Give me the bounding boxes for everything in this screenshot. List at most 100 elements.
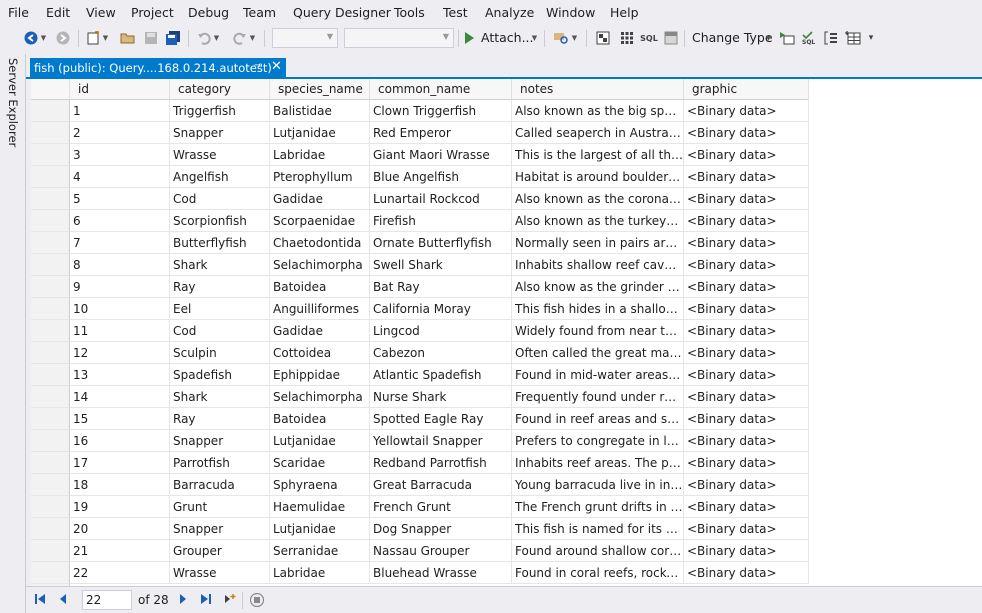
cell-common-name[interactable]: Lunartail Rockcod: [370, 188, 512, 210]
previous-record-icon[interactable]: [58, 593, 68, 608]
row-header[interactable]: [31, 562, 70, 584]
stop-icon[interactable]: [249, 592, 265, 610]
cell-common-name[interactable]: Spotted Eagle Ray: [370, 408, 512, 430]
cell-common-name[interactable]: California Moray: [370, 298, 512, 320]
row-header[interactable]: [31, 474, 70, 496]
row-header-corner[interactable]: [31, 79, 70, 100]
cell-common-name[interactable]: Red Emperor: [370, 122, 512, 144]
cell-common-name[interactable]: Bat Ray: [370, 276, 512, 298]
cell-graphic[interactable]: <Binary data>: [684, 254, 809, 276]
column-header-category[interactable]: category: [170, 79, 270, 100]
cell-common-name[interactable]: French Grunt: [370, 496, 512, 518]
row-header[interactable]: [31, 496, 70, 518]
cell-graphic[interactable]: <Binary data>: [684, 452, 809, 474]
cell-notes[interactable]: This fish hides in a shallow-w...: [512, 298, 684, 320]
cell-graphic[interactable]: <Binary data>: [684, 276, 809, 298]
cell-category[interactable]: Snapper: [170, 518, 270, 540]
pin-icon[interactable]: ⊸: [254, 60, 262, 71]
cell-notes[interactable]: Often called the great marble...: [512, 342, 684, 364]
cell-common-name[interactable]: Nassau Grouper: [370, 540, 512, 562]
close-icon[interactable]: ✕: [271, 59, 282, 74]
cell-category[interactable]: Ray: [170, 408, 270, 430]
cell-category[interactable]: Ray: [170, 276, 270, 298]
platform-dropdown[interactable]: ▼: [344, 28, 454, 48]
sql-pane-button[interactable]: SQL: [640, 29, 658, 47]
cell-category[interactable]: Barracuda: [170, 474, 270, 496]
cell-id[interactable]: 22: [70, 562, 170, 584]
results-grid[interactable]: id category species_name common_name notes gr…: [31, 79, 982, 586]
cell-category[interactable]: Angelfish: [170, 166, 270, 188]
cell-notes[interactable]: Widely found from near the s...: [512, 320, 684, 342]
cell-common-name[interactable]: Great Barracuda: [370, 474, 512, 496]
add-table-icon[interactable]: [844, 29, 862, 47]
play-icon[interactable]: [462, 29, 476, 47]
cell-common-name[interactable]: Lingcod: [370, 320, 512, 342]
cell-common-name[interactable]: Atlantic Spadefish: [370, 364, 512, 386]
cell-id[interactable]: 1: [70, 100, 170, 122]
cell-notes[interactable]: Found in reef areas and sand...: [512, 408, 684, 430]
cell-graphic[interactable]: <Binary data>: [684, 562, 809, 584]
cell-notes[interactable]: Also known as the coronatio...: [512, 188, 684, 210]
row-header[interactable]: [31, 210, 70, 232]
current-record-input[interactable]: 22: [82, 590, 132, 610]
cell-id[interactable]: 11: [70, 320, 170, 342]
cell-graphic[interactable]: <Binary data>: [684, 298, 809, 320]
cell-species-name[interactable]: Lutjanidae: [270, 430, 370, 452]
cell-species-name[interactable]: Scorpaenidae: [270, 210, 370, 232]
cell-id[interactable]: 15: [70, 408, 170, 430]
cell-species-name[interactable]: Ephippidae: [270, 364, 370, 386]
change-type-button[interactable]: Change Type: [692, 30, 773, 45]
cell-graphic[interactable]: <Binary data>: [684, 166, 809, 188]
attach-dropdown-icon[interactable]: ▼: [527, 29, 539, 47]
cell-graphic[interactable]: <Binary data>: [684, 474, 809, 496]
save-icon[interactable]: [142, 29, 160, 47]
menu-team[interactable]: Team: [243, 5, 276, 20]
cell-id[interactable]: 20: [70, 518, 170, 540]
find-icon[interactable]: ▼: [550, 29, 580, 47]
cell-category[interactable]: Cod: [170, 188, 270, 210]
cell-category[interactable]: Snapper: [170, 430, 270, 452]
cell-common-name[interactable]: Firefish: [370, 210, 512, 232]
row-header[interactable]: [31, 122, 70, 144]
cell-notes[interactable]: Also known as the big spotte...: [512, 100, 684, 122]
change-type-dropdown-icon[interactable]: ▼: [762, 29, 772, 47]
cell-category[interactable]: Scorpionfish: [170, 210, 270, 232]
row-header[interactable]: [31, 540, 70, 562]
cell-common-name[interactable]: Swell Shark: [370, 254, 512, 276]
cell-notes[interactable]: Called seaperch in Australia. ...: [512, 122, 684, 144]
cell-id[interactable]: 17: [70, 452, 170, 474]
cell-species-name[interactable]: Gadidae: [270, 320, 370, 342]
column-header-id[interactable]: id: [70, 79, 170, 100]
verify-sql-icon[interactable]: SQL: [800, 29, 818, 47]
cell-notes[interactable]: Also known as the turkeyfish....: [512, 210, 684, 232]
cell-id[interactable]: 21: [70, 540, 170, 562]
menu-window[interactable]: Window: [546, 5, 595, 20]
cell-species-name[interactable]: Lutjanidae: [270, 122, 370, 144]
row-header[interactable]: [31, 188, 70, 210]
cell-id[interactable]: 7: [70, 232, 170, 254]
cell-id[interactable]: 4: [70, 166, 170, 188]
cell-id[interactable]: 10: [70, 298, 170, 320]
cell-notes[interactable]: Normally seen in pairs aroun...: [512, 232, 684, 254]
row-header[interactable]: [31, 166, 70, 188]
menu-test[interactable]: Test: [443, 5, 468, 20]
attach-button[interactable]: Attach...: [481, 30, 534, 45]
cell-species-name[interactable]: Sphyraena: [270, 474, 370, 496]
group-by-icon[interactable]: [822, 29, 840, 47]
cell-notes[interactable]: This is the largest of all the w...: [512, 144, 684, 166]
row-header[interactable]: [31, 254, 70, 276]
menu-debug[interactable]: Debug: [188, 5, 229, 20]
menu-file[interactable]: File: [8, 5, 29, 20]
cell-category[interactable]: Shark: [170, 386, 270, 408]
cell-species-name[interactable]: Labridae: [270, 562, 370, 584]
cell-common-name[interactable]: Ornate Butterflyfish: [370, 232, 512, 254]
new-item-icon[interactable]: ▼: [84, 29, 110, 47]
cell-species-name[interactable]: Haemulidae: [270, 496, 370, 518]
cell-common-name[interactable]: Nurse Shark: [370, 386, 512, 408]
column-header-common-name[interactable]: common_name: [370, 79, 512, 100]
cell-species-name[interactable]: Anguilliformes: [270, 298, 370, 320]
cell-category[interactable]: Triggerfish: [170, 100, 270, 122]
row-header[interactable]: [31, 320, 70, 342]
cell-id[interactable]: 8: [70, 254, 170, 276]
cell-id[interactable]: 6: [70, 210, 170, 232]
